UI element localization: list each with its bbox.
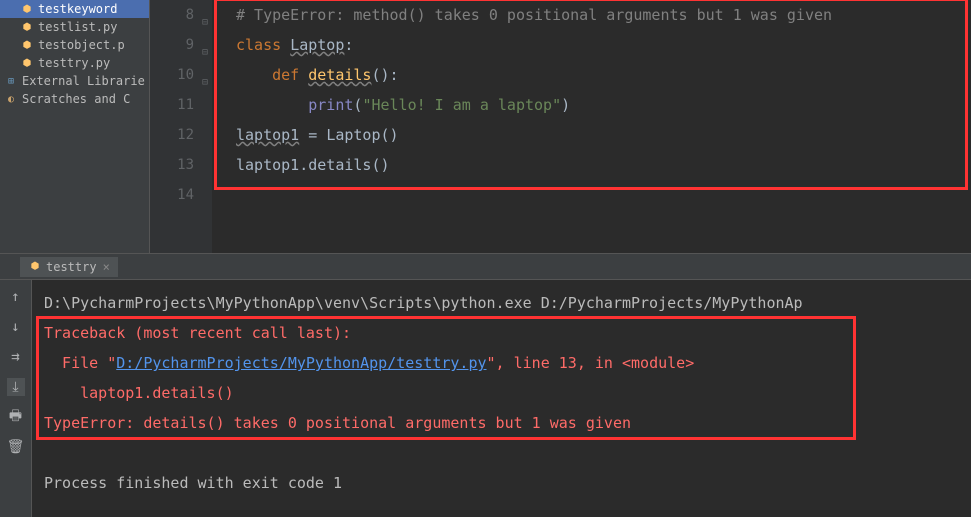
code-line-11: print("Hello! I am a laptop") [236, 90, 971, 120]
external-libraries[interactable]: ⊞ External Librarie [0, 72, 149, 90]
lib-label: Scratches and C [22, 92, 130, 106]
file-link[interactable]: D:/PycharmProjects/MyPythonApp/testtry.p… [116, 354, 486, 372]
code-line-12: laptop1 = Laptop() [236, 120, 971, 150]
console-error-line: TypeError: details() takes 0 positional … [44, 408, 959, 438]
top-area: ⬢ testkeyword ⬢ testlist.py ⬢ testobject… [0, 0, 971, 253]
line-number: 8 [186, 7, 194, 23]
line-number: 10 [177, 67, 194, 83]
file-testkeyword[interactable]: ⬢ testkeyword [0, 0, 149, 18]
print-icon[interactable]: 🖶 [7, 408, 25, 426]
tab-label: testtry [46, 260, 97, 274]
python-file-icon: ⬢ [20, 38, 34, 52]
console-traceback: Traceback (most recent call last): [44, 318, 959, 348]
line-number: 9 [186, 37, 194, 53]
run-tab-bar: ⬢ testtry × [0, 254, 971, 280]
library-icon: ⊞ [4, 74, 18, 88]
line-number: 12 [177, 127, 194, 143]
fold-icon[interactable]: ⊟ [198, 38, 208, 48]
file-testobject[interactable]: ⬢ testobject.p [0, 36, 149, 54]
console-exit-line: Process finished with exit code 1 [44, 468, 959, 498]
editor-area[interactable]: 8 ⊟ 9 ⊟ 10 ⊟ 11 12 13 14 # TypeError: metho… [150, 0, 971, 253]
python-file-icon: ⬢ [20, 2, 34, 16]
code-line-8: # TypeError: method() takes 0 positional… [236, 0, 971, 30]
down-arrow-icon[interactable]: ↓ [7, 318, 25, 336]
python-file-icon: ⬢ [20, 56, 34, 70]
fold-icon[interactable]: ⊟ [198, 68, 208, 78]
line-number: 13 [177, 157, 194, 173]
close-icon[interactable]: × [103, 260, 110, 274]
fold-icon[interactable]: ⊟ [198, 8, 208, 18]
python-file-icon: ⬢ [28, 260, 42, 274]
file-label: testobject.p [38, 38, 125, 52]
up-arrow-icon[interactable]: ↑ [7, 288, 25, 306]
console-call-line: laptop1.details() [44, 378, 959, 408]
scratches[interactable]: ◐ Scratches and C [0, 90, 149, 108]
console-output[interactable]: D:\PycharmProjects\MyPythonApp\venv\Scri… [32, 280, 971, 517]
soft-wrap-icon[interactable]: ⇉ [7, 348, 25, 366]
line-number: 14 [177, 187, 194, 203]
run-tab-testtry[interactable]: ⬢ testtry × [20, 257, 118, 277]
python-file-icon: ⬢ [20, 20, 34, 34]
console-cmd-line: D:\PycharmProjects\MyPythonApp\venv\Scri… [44, 288, 959, 318]
trash-icon[interactable]: 🗑 [7, 438, 25, 456]
project-sidebar: ⬢ testkeyword ⬢ testlist.py ⬢ testobject… [0, 0, 150, 253]
code-line-13: laptop1.details() [236, 150, 971, 180]
console-file-line: File "D:/PycharmProjects/MyPythonApp/tes… [44, 348, 959, 378]
code-line-14 [236, 180, 971, 210]
console-toolbar: ↑ ↓ ⇉ ⤓ 🖶 🗑 [0, 280, 32, 517]
file-label: testtry.py [38, 56, 110, 70]
lib-label: External Librarie [22, 74, 145, 88]
scratches-icon: ◐ [4, 92, 18, 106]
file-testtry[interactable]: ⬢ testtry.py [0, 54, 149, 72]
scroll-to-end-icon[interactable]: ⤓ [7, 378, 25, 396]
file-testlist[interactable]: ⬢ testlist.py [0, 18, 149, 36]
file-label: testlist.py [38, 20, 117, 34]
console-blank [44, 438, 959, 468]
line-number: 11 [177, 97, 194, 113]
line-gutter: 8 ⊟ 9 ⊟ 10 ⊟ 11 12 13 14 [150, 0, 212, 253]
code-content[interactable]: # TypeError: method() takes 0 positional… [212, 0, 971, 253]
code-line-9: class Laptop: [236, 30, 971, 60]
code-line-10: def details(): [236, 60, 971, 90]
file-label: testkeyword [38, 2, 117, 16]
run-panel: ⬢ testtry × ↑ ↓ ⇉ ⤓ 🖶 🗑 D:\PycharmProjec… [0, 253, 971, 517]
console-wrapper: ↑ ↓ ⇉ ⤓ 🖶 🗑 D:\PycharmProjects\MyPythonA… [0, 280, 971, 517]
